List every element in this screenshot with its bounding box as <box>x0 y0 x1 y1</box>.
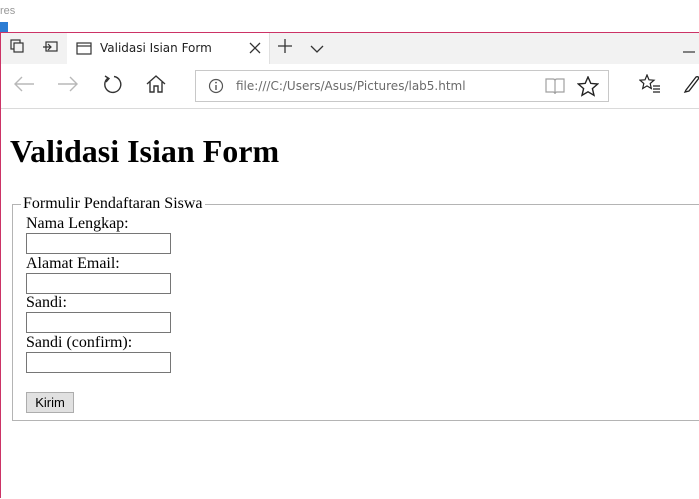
back-arrow-icon <box>13 75 35 98</box>
submit-button[interactable]: Kirim <box>26 392 74 413</box>
email-label: Alamat Email: <box>26 255 120 272</box>
desktop-background: res <box>0 0 699 32</box>
pen-icon <box>682 74 699 99</box>
favorites-list-icon <box>638 72 661 99</box>
page-title: Validasi Isian Form <box>10 133 280 169</box>
tab-title: Validasi Isian Form <box>100 41 212 55</box>
tabs-aside-icon <box>10 39 24 58</box>
address-url[interactable]: file:///C:/Users/Asus/Pictures/lab5.html <box>236 79 466 93</box>
browser-window: Validasi Isian Form file:///C:/Users/Asu… <box>0 32 699 498</box>
full-name-input[interactable] <box>26 233 171 254</box>
address-bar[interactable]: file:///C:/Users/Asus/Pictures/lab5.html <box>195 70 609 102</box>
notes-button[interactable] <box>675 71 699 101</box>
new-tab-button[interactable] <box>269 33 301 64</box>
tab-bar: Validasi Isian Form <box>1 33 699 64</box>
home-icon <box>146 74 166 98</box>
tabs-aside-button[interactable] <box>1 33 33 64</box>
tab-active[interactable]: Validasi Isian Form <box>67 33 270 64</box>
tab-preview-button[interactable] <box>34 33 66 64</box>
tab-preview-icon <box>42 40 58 58</box>
book-icon[interactable] <box>544 76 566 101</box>
refresh-button[interactable] <box>95 71 129 101</box>
background-window-title: res <box>0 5 16 17</box>
page-content: Validasi Isian Form Formulir Pendaftaran… <box>1 109 699 499</box>
password-input[interactable] <box>26 312 171 333</box>
navigation-bar: file:///C:/Users/Asus/Pictures/lab5.html <box>1 64 699 109</box>
tab-list-button[interactable] <box>301 33 333 64</box>
taskbar-accent <box>0 22 8 32</box>
plus-icon <box>278 39 292 58</box>
home-button[interactable] <box>139 71 173 101</box>
back-button[interactable] <box>7 71 41 101</box>
password-confirm-label: Sandi (confirm): <box>26 334 133 351</box>
minimize-icon <box>683 40 695 58</box>
email-input[interactable] <box>26 273 171 294</box>
form-legend: Formulir Pendaftaran Siswa <box>23 195 203 212</box>
info-icon[interactable] <box>208 78 224 99</box>
forward-arrow-icon <box>57 75 79 98</box>
close-icon[interactable] <box>247 40 263 56</box>
favorites-hub-button[interactable] <box>633 71 667 101</box>
page-icon <box>76 42 92 60</box>
password-label: Sandi: <box>26 294 67 311</box>
refresh-icon <box>102 74 122 99</box>
star-icon[interactable] <box>576 75 600 102</box>
minimize-button[interactable] <box>673 33 699 64</box>
password-confirm-input[interactable] <box>26 352 171 373</box>
full-name-label: Nama Lengkap: <box>26 215 129 232</box>
forward-button[interactable] <box>51 71 85 101</box>
chevron-down-icon <box>310 40 324 58</box>
